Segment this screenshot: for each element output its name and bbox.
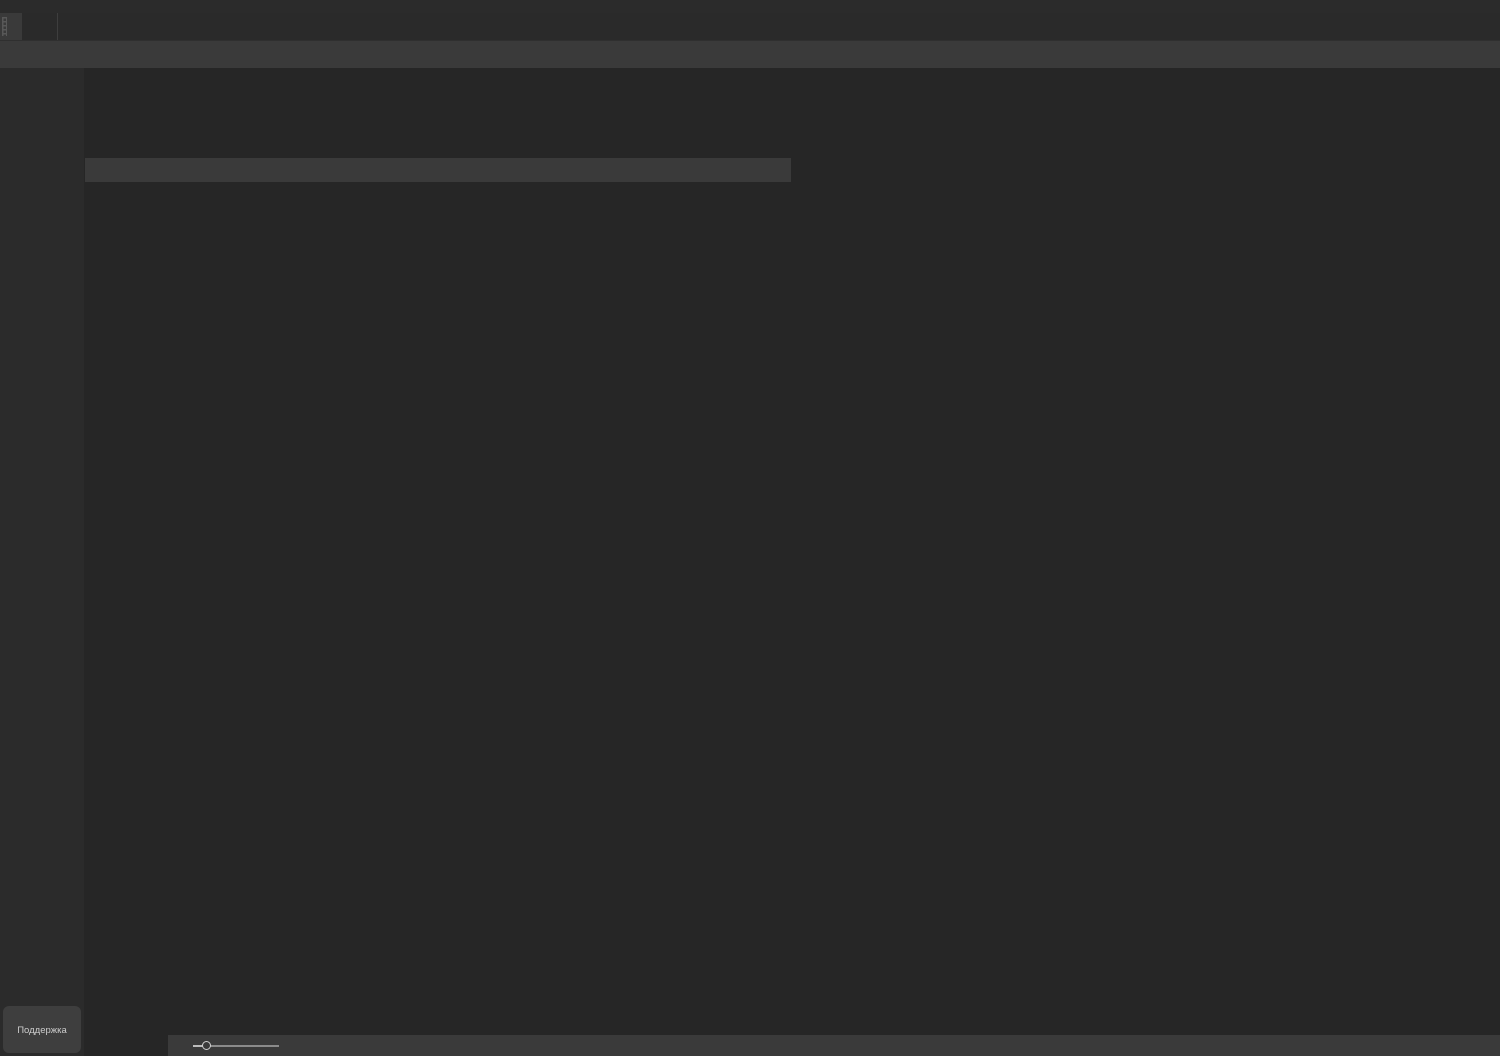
tool-bar [0, 40, 1500, 68]
search-icon[interactable] [22, 13, 58, 40]
app-window: Поддержка [0, 0, 1500, 1056]
filter-presets-row [84, 68, 1500, 104]
task-table [85, 158, 791, 1035]
content: Поддержка [0, 68, 1500, 1056]
nav-icon-group [10, 13, 22, 40]
slider-knob[interactable] [202, 1041, 211, 1050]
support-button[interactable]: Поддержка [3, 1006, 81, 1053]
view-switch-row [84, 137, 1500, 158]
toolbar-grip-handle[interactable] [2, 17, 7, 36]
support-label: Поддержка [17, 1025, 67, 1036]
nav-bar [0, 13, 1500, 40]
thumbnail-size-slider[interactable] [193, 1039, 279, 1053]
chevron-left-icon[interactable] [63, 73, 79, 89]
menu-bar [0, 0, 1500, 13]
sidebar: Поддержка [0, 68, 84, 1056]
thumbnail-zoom-bar [168, 1035, 1500, 1056]
add-filter-button[interactable] [130, 75, 154, 97]
main-panel [84, 68, 1500, 1056]
gear-icon[interactable] [96, 110, 120, 132]
folder-icon[interactable] [96, 75, 120, 97]
department-filter-row [84, 104, 1500, 137]
breadcrumb [22, 13, 1500, 40]
doc-plus-icon[interactable] [128, 110, 152, 132]
table-header [85, 158, 791, 182]
